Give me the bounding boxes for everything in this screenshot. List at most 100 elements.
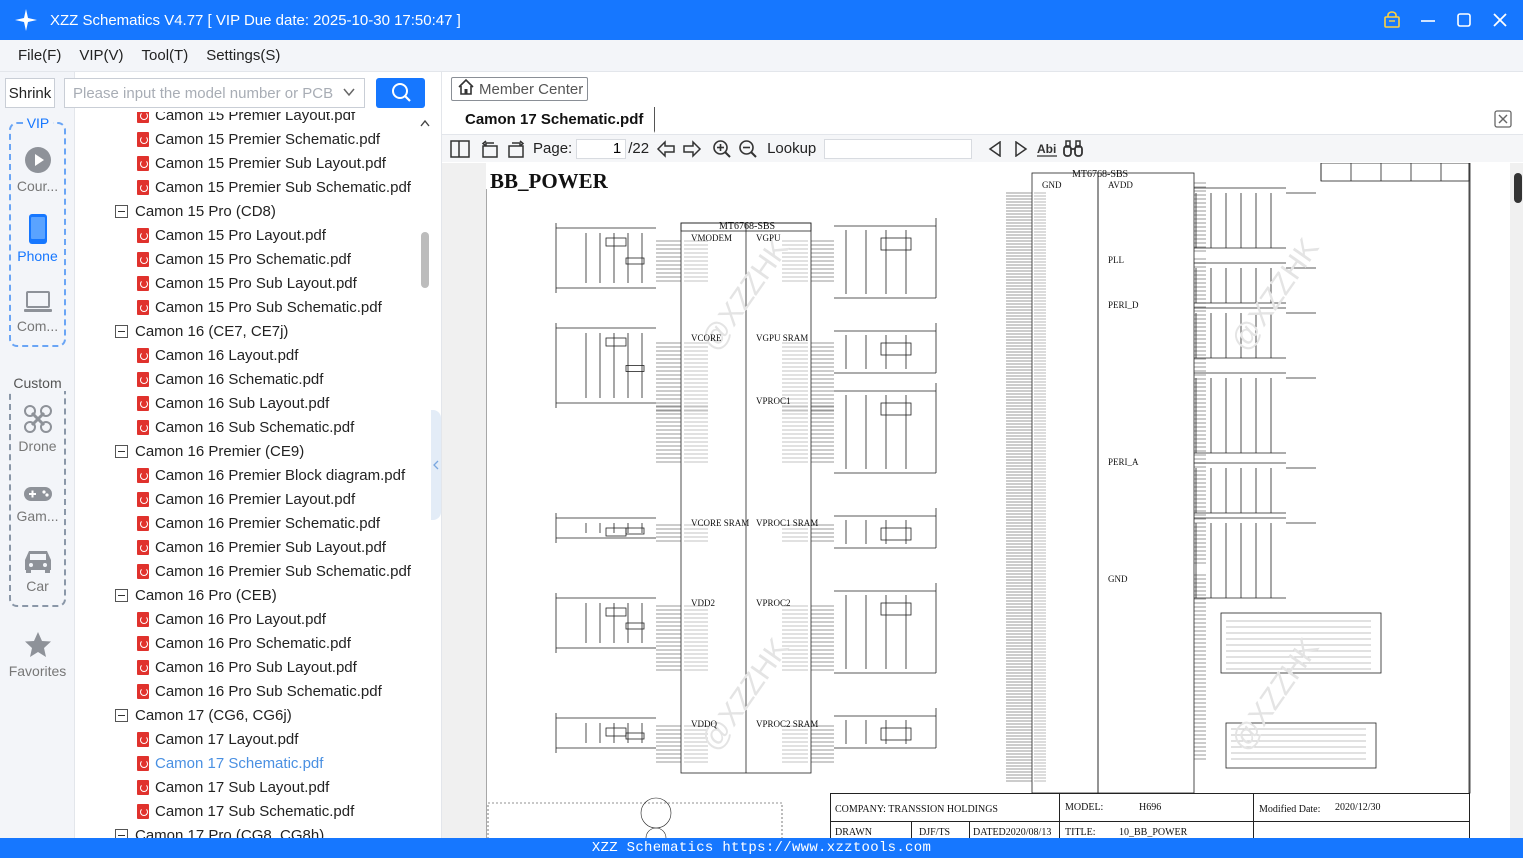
collapse-icon[interactable] <box>115 444 128 458</box>
viewer-scrollbar[interactable] <box>1511 163 1523 842</box>
rail-item-car[interactable]: Car <box>11 544 64 594</box>
block-label: VCORE SRAM <box>691 518 750 528</box>
previous-page-icon[interactable] <box>653 136 679 162</box>
tree-file[interactable]: Camon 15 Premier Schematic.pdf <box>137 127 380 151</box>
tree-item-label: Camon 16 Premier Schematic.pdf <box>155 514 381 532</box>
shrink-button[interactable]: Shrink <box>5 78 55 108</box>
tree-file[interactable]: Camon 16 Pro Layout.pdf <box>137 607 326 631</box>
block-label: VCORE <box>691 333 722 343</box>
vip-group: VIP Cour... Phone Com... <box>9 115 66 347</box>
scroll-up-icon[interactable] <box>420 114 430 130</box>
tree-item-label: Camon 16 Pro Sub Schematic.pdf <box>155 682 382 700</box>
model-search-field[interactable] <box>64 78 365 108</box>
tree-item-label: Camon 15 Pro (CD8) <box>135 202 276 220</box>
block-label: PERI_A <box>1108 457 1139 467</box>
tree-file[interactable]: Camon 16 Premier Schematic.pdf <box>137 511 380 535</box>
rotate-left-icon[interactable] <box>477 136 503 162</box>
tree-file[interactable]: Camon 16 Premier Sub Schematic.pdf <box>137 559 411 583</box>
tree-file[interactable]: Camon 17 Layout.pdf <box>137 727 298 751</box>
tree-file[interactable]: Camon 16 Premier Layout.pdf <box>137 487 355 511</box>
rail-item-game[interactable]: Gam... <box>11 474 64 524</box>
tree-scrollbar[interactable] <box>419 112 431 838</box>
tree-file[interactable]: Camon 16 Sub Layout.pdf <box>137 391 329 415</box>
search-button[interactable] <box>376 78 425 108</box>
tree-file[interactable]: Camon 17 Schematic.pdf <box>137 751 323 775</box>
binoculars-icon[interactable] <box>1060 136 1086 162</box>
tree-file[interactable]: Camon 15 Premier Sub Layout.pdf <box>137 151 386 175</box>
star-icon <box>0 628 75 660</box>
tree-item-label: Camon 16 Premier Block diagram.pdf <box>155 466 406 484</box>
tree-file[interactable]: Camon 16 Premier Sub Layout.pdf <box>137 535 386 559</box>
title-bar: XZZ Schematics V4.77 [ VIP Due date: 202… <box>0 0 1523 40</box>
tree-folder[interactable]: Camon 17 (CG6, CG6j) <box>115 703 292 727</box>
pdf-file-icon <box>137 683 149 699</box>
tree-item-label: Camon 15 Premier Sub Layout.pdf <box>155 154 386 172</box>
tree-file[interactable]: Camon 16 Pro Schematic.pdf <box>137 631 351 655</box>
menu-settings[interactable]: Settings(S) <box>197 47 289 64</box>
block-label: PERI_D <box>1108 300 1139 310</box>
collapse-icon[interactable] <box>115 588 128 602</box>
viewer-scroll-thumb[interactable] <box>1514 173 1522 203</box>
schematic-title-block: COMPANY: TRANSSION HOLDINGS MODEL: H696 … <box>830 793 1470 842</box>
tree-folder[interactable]: Camon 16 Pro (CEB) <box>115 583 277 607</box>
tab-document[interactable]: Camon 17 Schematic.pdf <box>452 107 655 133</box>
rail-item-phone[interactable]: Phone <box>11 214 64 264</box>
tree-file[interactable]: Camon 17 Sub Schematic.pdf <box>137 799 354 823</box>
collapse-icon[interactable] <box>115 204 128 218</box>
maximize-button[interactable] <box>1453 9 1475 31</box>
tree-file[interactable]: Camon 15 Pro Layout.pdf <box>137 223 326 247</box>
zoom-out-icon[interactable] <box>735 136 761 162</box>
panel-splitter[interactable] <box>431 410 441 520</box>
minimize-button[interactable] <box>1417 9 1439 31</box>
chevron-down-icon[interactable] <box>342 85 356 102</box>
tree-file[interactable]: Camon 16 Premier Block diagram.pdf <box>137 463 405 487</box>
sidebar-toggle-icon[interactable] <box>447 136 473 162</box>
tree-scroll-thumb[interactable] <box>421 232 429 288</box>
tree-file[interactable]: Camon 16 Schematic.pdf <box>137 367 323 391</box>
page-number-input[interactable] <box>576 138 627 159</box>
collapse-icon[interactable] <box>115 828 128 838</box>
tree-item-label: Camon 16 Pro (CEB) <box>135 586 277 604</box>
schematic-page: @XZZHK @XZZHK @XZZHK @XZZHK BB_POWER MT6… <box>486 163 1510 842</box>
find-previous-icon[interactable] <box>982 136 1008 162</box>
tree-file[interactable]: Camon 16 Pro Sub Schematic.pdf <box>137 679 382 703</box>
rail-item-computer[interactable]: Com... <box>11 284 64 334</box>
rotate-right-icon[interactable] <box>503 136 529 162</box>
lock-icon[interactable] <box>1381 9 1403 31</box>
tree-file[interactable]: Camon 15 Premier Sub Schematic.pdf <box>137 175 411 199</box>
menu-vip[interactable]: VIP(V) <box>70 47 132 64</box>
menu-file[interactable]: File(F) <box>9 47 70 64</box>
lookup-input[interactable] <box>824 138 973 159</box>
member-center-button[interactable]: Member Center <box>451 77 588 101</box>
tree-folder[interactable]: Camon 17 Pro (CG8, CG8h) <box>115 823 324 838</box>
tree-folder[interactable]: Camon 16 (CE7, CE7j) <box>115 319 288 343</box>
tree-file[interactable]: Camon 16 Layout.pdf <box>137 343 298 367</box>
tree-item-label: Camon 16 Pro Layout.pdf <box>155 610 326 628</box>
find-next-icon[interactable] <box>1008 136 1034 162</box>
tree-folder[interactable]: Camon 16 Premier (CE9) <box>115 439 304 463</box>
titleblock-drawn-label: DRAWN <box>835 827 872 838</box>
collapse-icon[interactable] <box>115 708 128 722</box>
menu-tool[interactable]: Tool(T) <box>133 47 198 64</box>
close-tab-icon[interactable] <box>1494 110 1512 131</box>
rail-item-course[interactable]: Cour... <box>11 144 64 194</box>
rail-item-drone[interactable]: Drone <box>11 404 64 454</box>
tree-file[interactable]: Camon 15 Premier Layout.pdf <box>137 112 355 127</box>
tree-file[interactable]: Camon 16 Sub Schematic.pdf <box>137 415 354 439</box>
close-button[interactable] <box>1489 9 1511 31</box>
tree-folder[interactable]: Camon 15 Pro (CD8) <box>115 199 276 223</box>
next-page-icon[interactable] <box>679 136 705 162</box>
collapse-icon[interactable] <box>115 324 128 338</box>
tree-file[interactable]: Camon 15 Pro Sub Schematic.pdf <box>137 295 382 319</box>
match-case-icon[interactable]: Abi <box>1034 136 1060 162</box>
favorites-button[interactable]: Favorites <box>0 628 75 679</box>
tree-file[interactable]: Camon 15 Pro Sub Layout.pdf <box>137 271 357 295</box>
tree-file[interactable]: Camon 17 Sub Layout.pdf <box>137 775 329 799</box>
tree-file[interactable]: Camon 15 Pro Schematic.pdf <box>137 247 351 271</box>
tree-item-label: Camon 15 Pro Schematic.pdf <box>155 250 351 268</box>
search-input[interactable] <box>73 84 333 102</box>
pdf-file-icon <box>137 179 149 195</box>
zoom-in-icon[interactable] <box>709 136 735 162</box>
pdf-viewer[interactable]: @XZZHK @XZZHK @XZZHK @XZZHK BB_POWER MT6… <box>442 163 1523 842</box>
tree-file[interactable]: Camon 16 Pro Sub Layout.pdf <box>137 655 357 679</box>
